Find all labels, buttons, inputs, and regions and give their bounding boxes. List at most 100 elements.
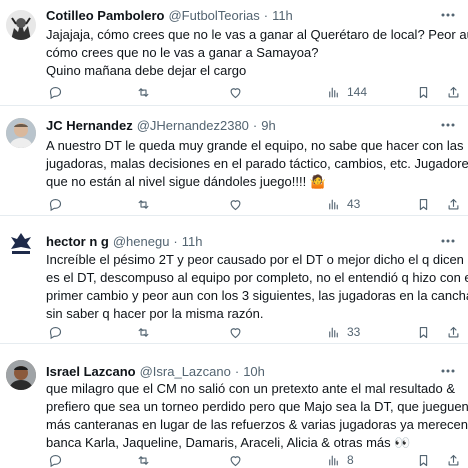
author-name[interactable]: JC Hernandez <box>46 118 133 133</box>
tweet-header: JC Hernandez @JHernandez2380 · 9h <box>46 116 460 134</box>
views-button[interactable]: 8 <box>326 450 354 468</box>
like-button[interactable] <box>228 194 243 214</box>
tweet-text: que milagro que el CM no salió con un pr… <box>46 380 468 452</box>
action-bar: 33 <box>46 322 460 342</box>
author-name[interactable]: Israel Lazcano <box>46 364 136 379</box>
action-bar: 43 <box>46 194 460 214</box>
views-button[interactable]: 33 <box>326 322 360 342</box>
author-name[interactable]: hector n g <box>46 234 109 249</box>
views-count: 8 <box>347 453 354 467</box>
reply-button[interactable] <box>48 82 63 102</box>
tweet-text: A nuestro DT le queda muy grande el equi… <box>46 137 468 191</box>
share-upload-icon <box>448 198 459 209</box>
bookmark-button[interactable] <box>416 194 431 214</box>
tweet-text-line: Jajajaja, cómo crees que no le vas a gan… <box>46 27 468 42</box>
tweet-text-line: es el DT, descompuso al equipo por compl… <box>46 270 468 285</box>
action-bar: 8 <box>46 450 460 468</box>
like-button[interactable] <box>228 82 243 102</box>
separator-dot: · <box>173 233 178 249</box>
tweet[interactable]: JC Hernandez @JHernandez2380 · 9h A nues… <box>0 106 468 216</box>
bookmark-icon <box>419 454 428 466</box>
tweet-header: Israel Lazcano @Isra_Lazcano · 10h <box>46 362 460 380</box>
separator-dot: · <box>263 7 269 23</box>
share-button[interactable] <box>446 322 461 342</box>
analytics-bars-icon <box>329 87 338 97</box>
tweet[interactable]: Israel Lazcano @Isra_Lazcano · 10h que m… <box>0 344 468 468</box>
more-horizontal-icon[interactable] <box>438 6 458 24</box>
retweet-icon <box>138 87 149 97</box>
timestamp[interactable]: 11h <box>182 234 203 249</box>
views-button[interactable]: 43 <box>326 194 360 214</box>
analytics-bars-icon <box>329 455 338 465</box>
bookmark-icon <box>419 86 428 98</box>
share-button[interactable] <box>446 194 461 214</box>
avatar[interactable] <box>6 228 36 258</box>
tweet-text-line: sin saber q hacer por la misma razón. <box>46 306 264 321</box>
tweet-text-line: que milagro que el CM no salió con un pr… <box>46 381 456 396</box>
tweet-text: Increíble el pésimo 2T y peor causado po… <box>46 251 468 323</box>
tweet-text: Jajajaja, cómo crees que no le vas a gan… <box>46 26 468 80</box>
reply-bubble-icon <box>49 86 62 99</box>
views-count: 33 <box>347 325 361 339</box>
retweet-button[interactable] <box>136 322 151 342</box>
reply-button[interactable] <box>48 450 63 468</box>
more-horizontal-icon[interactable] <box>438 362 458 380</box>
analytics-bars-icon <box>329 327 338 337</box>
analytics-bars-icon <box>329 199 338 209</box>
bookmark-icon <box>419 198 428 210</box>
author-handle[interactable]: @henegu <box>113 234 170 249</box>
reply-button[interactable] <box>48 322 63 342</box>
tweet-feed: Cotilleo Pambolero @FutbolTeorias · 11h … <box>0 0 468 468</box>
tweet-header: hector n g @henegu · 11h <box>46 232 460 250</box>
retweet-icon <box>138 327 149 337</box>
bookmark-button[interactable] <box>416 450 431 468</box>
reply-bubble-icon <box>49 326 62 339</box>
share-button[interactable] <box>446 82 461 102</box>
bookmark-button[interactable] <box>416 82 431 102</box>
share-button[interactable] <box>446 450 461 468</box>
avatar[interactable] <box>6 360 36 390</box>
author-name[interactable]: Cotilleo Pambolero <box>46 8 164 23</box>
avatar[interactable] <box>6 118 36 148</box>
author-handle[interactable]: @FutbolTeorias <box>168 8 259 23</box>
views-count: 43 <box>347 197 361 211</box>
retweet-icon <box>138 199 149 209</box>
author-handle[interactable]: @Isra_Lazcano <box>140 364 231 379</box>
views-button[interactable]: 144 <box>326 82 367 102</box>
share-upload-icon <box>448 454 459 465</box>
like-button[interactable] <box>228 322 243 342</box>
heart-icon <box>230 87 241 98</box>
tweet-text-line: jugadoras, malas decisiones en el parado… <box>46 156 468 171</box>
tweet-text-line: más canteranas en lugar de las refuerzos… <box>46 417 468 432</box>
tweet-text-line: cómo crees que no le vas a ganar a Samay… <box>46 45 319 60</box>
reply-bubble-icon <box>49 198 62 211</box>
timestamp[interactable]: 10h <box>243 364 265 379</box>
tweet-text-line: que no están al nivel sigue dándoles jue… <box>46 174 326 189</box>
retweet-button[interactable] <box>136 194 151 214</box>
reply-button[interactable] <box>48 194 63 214</box>
tweet[interactable]: hector n g @henegu · 11h Increíble el pé… <box>0 216 468 344</box>
retweet-icon <box>138 455 149 465</box>
tweet-text-line: A nuestro DT le queda muy grande el equi… <box>46 138 464 153</box>
retweet-button[interactable] <box>136 82 151 102</box>
bookmark-button[interactable] <box>416 322 431 342</box>
bookmark-icon <box>419 326 428 338</box>
tweet-text-line: primer cambio y peor aun con los 3 sigui… <box>46 288 468 303</box>
heart-icon <box>230 455 241 466</box>
avatar[interactable] <box>6 10 36 40</box>
tweet[interactable]: Cotilleo Pambolero @FutbolTeorias · 11h … <box>0 0 468 106</box>
separator-dot: · <box>252 117 258 133</box>
views-count: 144 <box>347 85 368 99</box>
tweet-text-line: Increíble el pésimo 2T y peor causado po… <box>46 252 468 267</box>
share-upload-icon <box>448 86 459 97</box>
author-handle[interactable]: @JHernandez2380 <box>137 118 249 133</box>
timestamp[interactable]: 11h <box>272 8 293 23</box>
like-button[interactable] <box>228 450 243 468</box>
share-upload-icon <box>448 326 459 337</box>
heart-icon <box>230 199 241 210</box>
more-horizontal-icon[interactable] <box>438 116 458 134</box>
timestamp[interactable]: 9h <box>261 118 275 133</box>
more-horizontal-icon[interactable] <box>438 232 458 250</box>
retweet-button[interactable] <box>136 450 151 468</box>
reply-bubble-icon <box>49 454 62 467</box>
